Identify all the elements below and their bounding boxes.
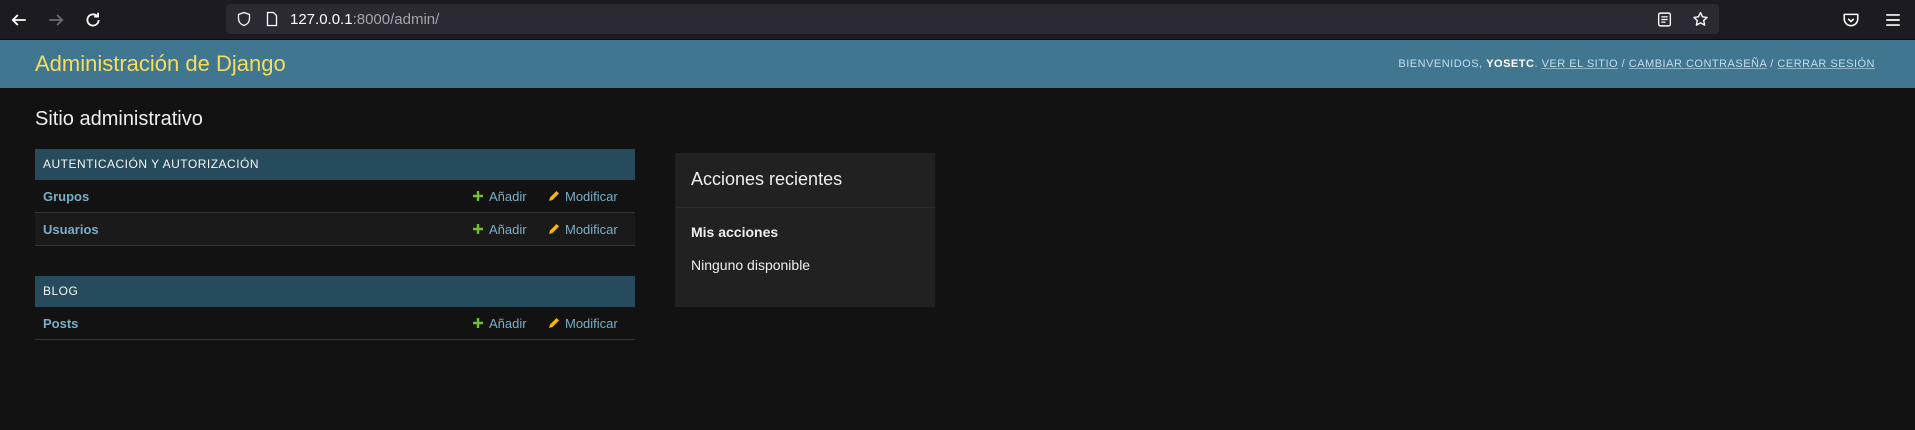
user-tools: Bienvenidos, yosetc. Ver el sitio / Camb… (1398, 58, 1875, 70)
view-site-link[interactable]: Ver el sitio (1542, 58, 1619, 70)
pocket-icon[interactable] (1837, 6, 1865, 34)
reload-button[interactable] (74, 0, 111, 39)
shield-icon[interactable] (234, 9, 254, 29)
change-link[interactable]: Modificar (548, 222, 635, 237)
plus-icon (473, 224, 483, 234)
welcome-text: Bienvenidos, (1398, 58, 1483, 70)
site-header: Administración de Django Bienvenidos, yo… (0, 40, 1915, 88)
change-link[interactable]: Modificar (548, 316, 635, 331)
plus-icon (473, 191, 483, 201)
change-label: Modificar (565, 315, 618, 331)
plus-icon (473, 318, 483, 328)
app-caption-link[interactable]: Blog (35, 276, 635, 307)
arrow-right-icon (48, 13, 63, 26)
url-path: :8000/admin/ (352, 10, 440, 28)
add-link[interactable]: Añadir (472, 316, 548, 331)
url-bar[interactable]: 127.0.0.1:8000/admin/ (226, 4, 1719, 34)
reader-view-icon[interactable] (1651, 6, 1677, 32)
browser-toolbar: 127.0.0.1:8000/admin/ (0, 0, 1915, 40)
recent-actions-panel: Acciones recientes Mis acciones Ninguno … (675, 153, 935, 307)
menu-icon[interactable] (1879, 6, 1907, 34)
model-link[interactable]: Grupos (35, 189, 472, 204)
my-actions-heading: Mis acciones (691, 224, 779, 240)
pencil-icon (549, 224, 559, 234)
url-text[interactable]: 127.0.0.1:8000/admin/ (290, 11, 439, 28)
app-module-blog: Blog Posts Añadir Modificar (35, 276, 635, 340)
add-link[interactable]: Añadir (472, 189, 548, 204)
app-caption-link[interactable]: Autenticación y autorización (35, 149, 635, 180)
add-link[interactable]: Añadir (472, 222, 548, 237)
back-button[interactable] (0, 0, 37, 39)
model-row-posts: Posts Añadir Modificar (35, 307, 635, 340)
logout-link[interactable]: Cerrar sesión (1777, 58, 1875, 70)
add-label: Añadir (489, 188, 527, 204)
content: Sitio administrativo Autenticación y aut… (0, 88, 1915, 340)
site-name-link[interactable]: Administración de Django (35, 51, 286, 77)
no-actions-text: Ninguno disponible (691, 257, 811, 273)
pencil-icon (549, 318, 559, 328)
username: yosetc (1486, 58, 1535, 70)
model-row-grupos: Grupos Añadir Modificar (35, 180, 635, 213)
page-icon (262, 9, 282, 29)
separator: / (1770, 58, 1774, 70)
reload-icon (85, 12, 100, 26)
model-row-usuarios: Usuarios Añadir Modificar (35, 213, 635, 246)
change-link[interactable]: Modificar (548, 189, 635, 204)
app-module-auth: Autenticación y autorización Grupos Añad… (35, 149, 635, 246)
change-label: Modificar (565, 221, 618, 237)
page-title: Sitio administrativo (35, 108, 203, 130)
recent-actions-title: Acciones recientes (675, 153, 935, 208)
add-label: Añadir (489, 315, 527, 331)
model-link[interactable]: Usuarios (35, 222, 472, 237)
change-password-link[interactable]: Cambiar contraseña (1629, 58, 1767, 70)
pencil-icon (549, 191, 559, 201)
add-label: Añadir (489, 221, 527, 237)
change-label: Modificar (565, 188, 618, 204)
arrow-left-icon (11, 13, 26, 26)
forward-button[interactable] (37, 0, 74, 39)
bookmark-star-icon[interactable] (1687, 6, 1713, 32)
url-host: 127.0.0.1 (290, 10, 353, 28)
model-link[interactable]: Posts (35, 316, 472, 331)
username-suffix: . (1534, 58, 1538, 70)
separator: / (1621, 58, 1626, 70)
